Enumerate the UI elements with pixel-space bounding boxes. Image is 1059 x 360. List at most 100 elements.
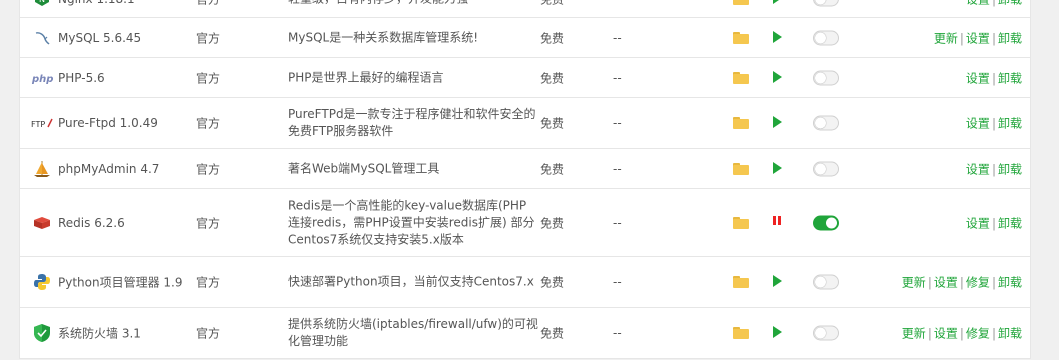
software-price: 免费 — [540, 275, 565, 290]
uninstall-link[interactable]: 卸载 — [998, 117, 1022, 131]
software-type: 官方 — [196, 31, 221, 45]
php-icon: php — [31, 68, 53, 88]
svg-text:N: N — [39, 0, 45, 4]
settings-link[interactable]: 设置 — [966, 0, 990, 6]
folder-icon[interactable] — [733, 327, 749, 339]
action-separator: | — [991, 216, 996, 230]
action-links: 更新 | 设置 | 修复 | 卸载 — [902, 325, 1022, 342]
play-icon[interactable] — [771, 275, 785, 289]
software-expire: -- — [613, 70, 622, 85]
firewall-icon — [31, 323, 53, 343]
home-display-toggle[interactable] — [813, 115, 839, 131]
play-icon[interactable] — [771, 70, 785, 85]
settings-link[interactable]: 设置 — [966, 71, 990, 85]
software-price: 免费 — [540, 116, 565, 131]
home-display-toggle[interactable] — [813, 30, 839, 45]
software-expire: -- — [613, 215, 622, 230]
software-description: 轻量级，占有内存少，并发能力强 — [288, 0, 538, 7]
settings-link[interactable]: 设置 — [966, 162, 990, 176]
home-display-toggle[interactable] — [813, 0, 839, 6]
table-row: Python项目管理器 1.9 官方 快速部署Python项目，当前仅支持Cento… — [20, 257, 1030, 308]
uninstall-link[interactable]: 卸载 — [998, 162, 1022, 176]
software-description: 提供系统防火墙(iptables/firewall/ufw)的可视化管理功能 — [288, 317, 538, 348]
software-expire: -- — [613, 161, 622, 176]
software-expire: -- — [613, 275, 622, 289]
stop-icon[interactable] — [771, 215, 785, 230]
home-display-toggle[interactable] — [813, 325, 839, 341]
software-price: 免费 — [540, 31, 565, 45]
play-icon[interactable] — [771, 116, 785, 130]
software-description: PureFTPd是一款专注于程序健壮和软件安全的免费FTP服务器软件 — [288, 107, 536, 138]
settings-link[interactable]: 设置 — [934, 327, 958, 341]
uninstall-link[interactable]: 卸载 — [998, 276, 1022, 290]
uninstall-link[interactable]: 卸载 — [998, 71, 1022, 85]
table-row: MySQL 5.6.45 官方 MySQL是一种关系数据库管理系统! 免费 -- 更新 | 设… — [20, 18, 1030, 58]
play-icon[interactable] — [771, 326, 785, 340]
action-separator: | — [959, 326, 964, 341]
update-link[interactable]: 更新 — [902, 327, 926, 341]
software-type: 官方 — [196, 275, 221, 290]
action-separator: | — [991, 275, 996, 290]
table-row: FTP Pure-Ftpd 1.0.49 官方 PureFTPd是一款专注于程序健壮和… — [20, 98, 1030, 149]
software-description: PHP是世界上最好的编程语言 — [288, 70, 444, 84]
table-row: php PHP-5.6 官方 PHP是世界上最好的编程语言 免费 -- 设置 | 卸载 — [20, 58, 1030, 98]
mysql-icon — [31, 28, 53, 48]
uninstall-link[interactable]: 卸载 — [998, 31, 1022, 45]
update-link[interactable]: 更新 — [934, 31, 958, 45]
repair-link[interactable]: 修复 — [966, 327, 990, 341]
software-price: 免费 — [540, 326, 565, 341]
home-display-toggle[interactable] — [813, 70, 839, 85]
software-type: 官方 — [196, 0, 220, 7]
settings-link[interactable]: 设置 — [966, 216, 990, 230]
software-expire: -- — [613, 116, 622, 130]
action-separator: | — [959, 275, 964, 290]
home-display-toggle[interactable] — [813, 215, 839, 230]
software-type: 官方 — [196, 216, 221, 230]
home-display-toggle[interactable] — [813, 274, 839, 290]
software-name: 系统防火墙 3.1 — [58, 326, 141, 341]
action-separator: | — [991, 71, 996, 85]
redis-icon — [31, 213, 53, 233]
software-description: 快速部署Python项目，当前仅支持Centos7.x — [288, 274, 534, 289]
folder-icon[interactable] — [733, 0, 749, 5]
software-table: NNginx 1.18.1官方轻量级，占有内存少，并发能力强免费设置|卸载MyS… — [19, 0, 1031, 359]
action-links: 设置|卸载 — [966, 160, 1022, 177]
software-type: 官方 — [196, 326, 221, 341]
software-name: MySQL 5.6.45 — [58, 30, 142, 45]
folder-icon[interactable] — [733, 71, 749, 84]
table-row: N Nginx 1.18.1 官方 轻量级，占有内存少，并发能力强免费 设置|卸载 — [20, 0, 1030, 18]
update-link[interactable]: 更新 — [902, 276, 926, 290]
software-name: phpMyAdmin 4.7 — [58, 161, 160, 176]
uninstall-link[interactable]: 卸载 — [998, 216, 1022, 230]
folder-icon[interactable] — [733, 276, 749, 288]
folder-icon[interactable] — [733, 162, 749, 175]
action-separator: | — [991, 116, 996, 131]
play-icon[interactable] — [771, 0, 785, 6]
folder-icon[interactable] — [733, 216, 749, 229]
phpmyadmin-icon — [31, 159, 53, 179]
software-name: Nginx 1.18.1 — [58, 0, 135, 6]
home-display-toggle[interactable] — [813, 161, 839, 176]
software-type: 官方 — [196, 162, 221, 176]
folder-icon[interactable] — [733, 31, 749, 44]
settings-link[interactable]: 设置 — [934, 276, 958, 290]
table-row: phpMyAdmin 4.7 官方 著名Web端MySQL管理工具 免费 -- 设置 | 卸载 — [20, 149, 1030, 189]
software-price: 免费 — [540, 0, 564, 7]
action-links: 设置|卸载 — [966, 0, 1022, 7]
folder-icon[interactable] — [733, 117, 749, 129]
software-name: Pure-Ftpd 1.0.49 — [58, 116, 158, 130]
nginx-icon: N — [31, 0, 53, 9]
settings-link[interactable]: 设置 — [966, 117, 990, 131]
play-icon[interactable] — [771, 30, 785, 45]
software-name: Redis 6.2.6 — [58, 215, 125, 230]
software-price: 免费 — [540, 162, 565, 176]
software-price: 免费 — [540, 71, 565, 85]
software-type: 官方 — [196, 71, 221, 85]
settings-link[interactable]: 设置 — [966, 31, 990, 45]
table-row: 系统防火墙 3.1 官方 提供系统防火墙(iptables/firewall/ufw… — [20, 308, 1030, 359]
play-icon[interactable] — [771, 161, 785, 176]
python-icon — [31, 272, 53, 292]
repair-link[interactable]: 修复 — [966, 276, 990, 290]
uninstall-link[interactable]: 卸载 — [998, 327, 1022, 341]
uninstall-link[interactable]: 卸载 — [998, 0, 1022, 6]
